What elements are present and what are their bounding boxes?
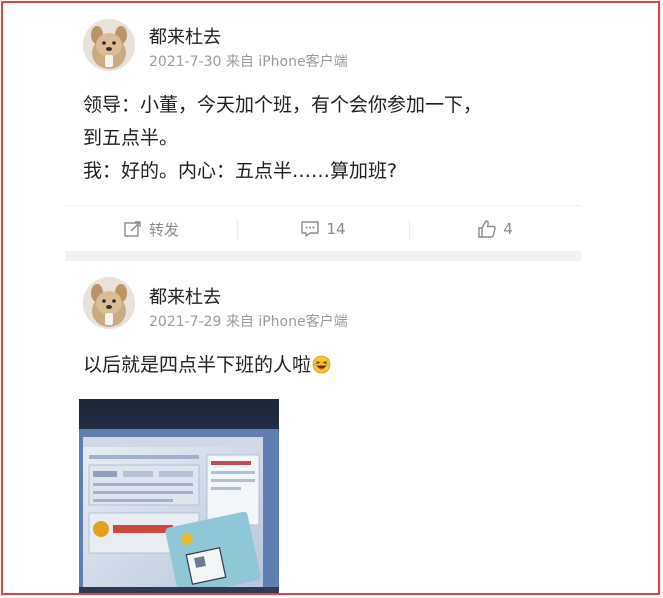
avatar-dog-image — [83, 19, 135, 71]
username[interactable]: 都来杜去 — [149, 283, 221, 309]
post-text-line: 领导：小董，今天加个班，有个会你参加一下， — [83, 94, 483, 116]
post-separator — [65, 251, 581, 261]
comment-icon — [301, 221, 320, 237]
action-bar: 转发 14 4 — [65, 205, 581, 252]
thumbs-up-icon — [478, 220, 496, 238]
avatar-dog-image — [83, 277, 135, 329]
repost-label: 转发 — [148, 220, 179, 239]
monitor-photo-image — [79, 399, 279, 593]
post-text: 领导：小董，今天加个班，有个会你参加一下， 到五点半。 我：好的。内心：五点半…… — [83, 89, 482, 188]
comment-count: 14 — [326, 220, 346, 238]
post-meta: 2021-7-29 来自 iPhone客户端 — [149, 314, 348, 330]
repost-button[interactable]: 转发 — [65, 206, 237, 252]
post-text-content: 以后就是四点半下班的人啦 — [83, 354, 312, 376]
like-button[interactable]: 4 — [409, 206, 581, 252]
post-meta: 2021-7-30 来自 iPhone客户端 — [149, 54, 348, 70]
post-photo[interactable] — [79, 399, 279, 593]
screenshot-frame: 都来杜去 2021-7-30 来自 iPhone客户端 领导：小董，今天加个班，… — [1, 1, 660, 595]
username[interactable]: 都来杜去 — [149, 23, 221, 49]
avatar[interactable] — [83, 277, 135, 329]
avatar[interactable] — [83, 19, 135, 71]
comment-button[interactable]: 14 — [237, 206, 409, 252]
post-text: 以后就是四点半下班的人啦 — [83, 349, 331, 382]
post-text-line: 我：好的。内心：五点半……算加班? — [83, 160, 398, 182]
post-card: 都来杜去 2021-7-30 来自 iPhone客户端 领导：小董，今天加个班，… — [65, 3, 581, 251]
like-count: 4 — [503, 220, 513, 238]
laughing-emoji-icon — [312, 355, 331, 374]
post-text-line: 到五点半。 — [83, 127, 179, 149]
edit-share-icon — [124, 221, 141, 237]
post-card: 都来杜去 2021-7-29 来自 iPhone客户端 以后就是四点半下班的人啦 — [65, 261, 581, 593]
